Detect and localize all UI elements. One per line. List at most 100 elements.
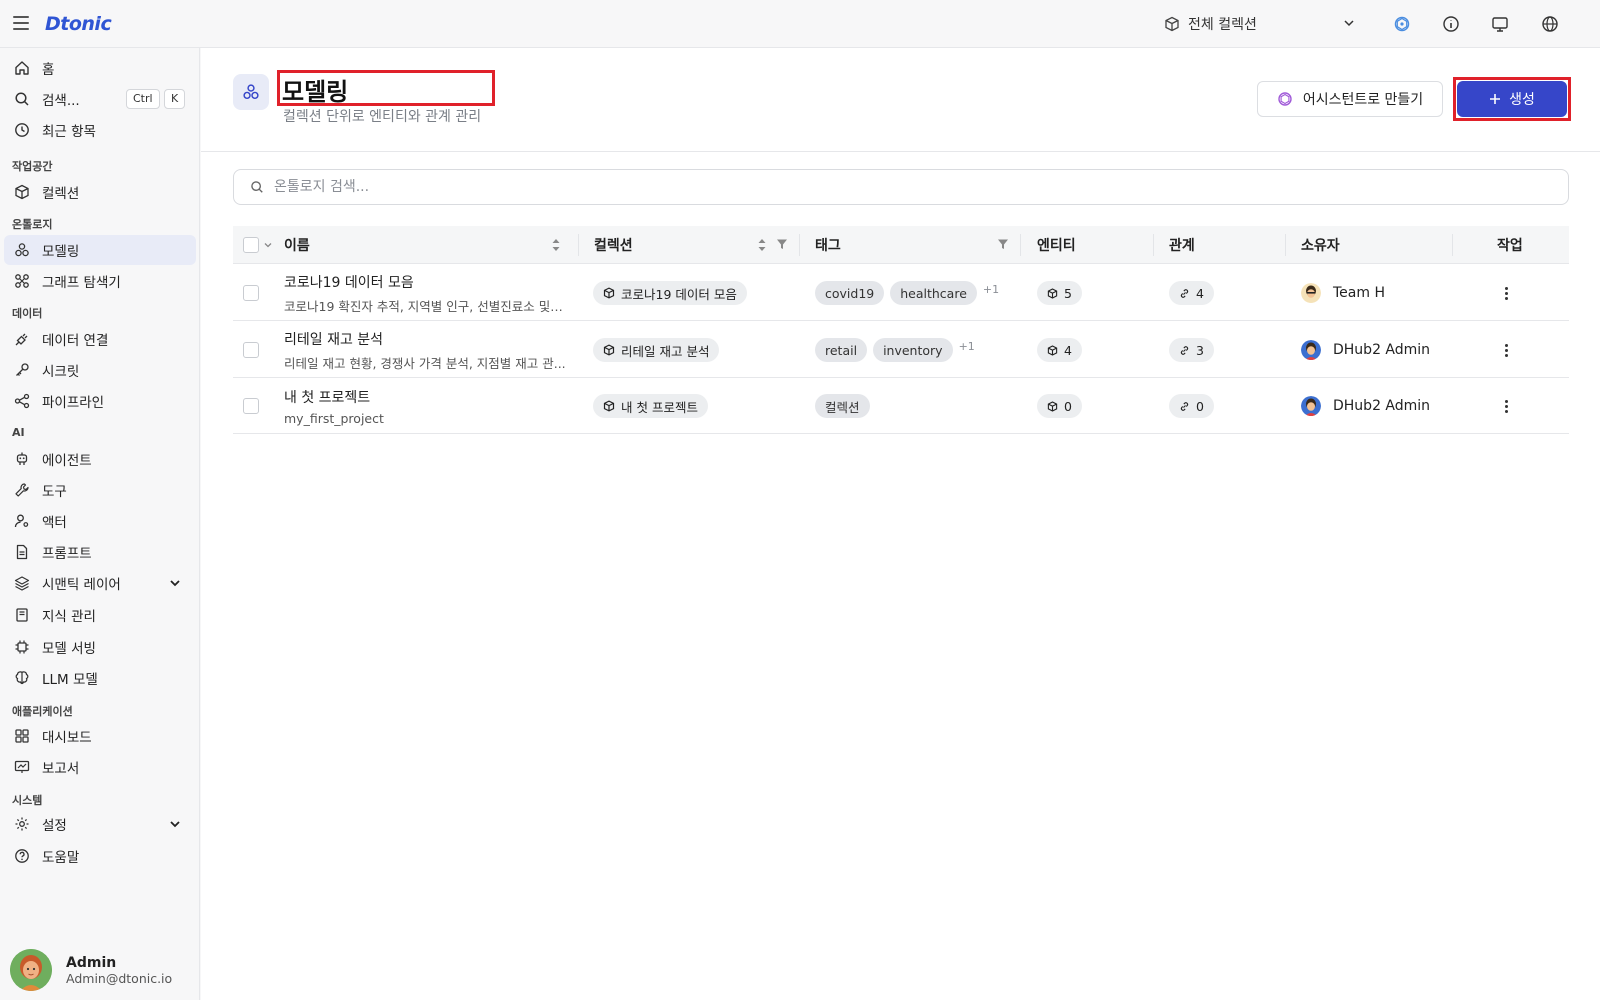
sidebar-item-knowledge[interactable]: 지식 관리 (4, 600, 196, 630)
sidebar-item-llm-models[interactable]: LLM 모델 (4, 663, 196, 693)
kbd-ctrl: Ctrl (126, 89, 160, 109)
collection-selector-label: 전체 컬렉션 (1188, 17, 1257, 33)
sidebar-item-dashboards[interactable]: 대시보드 (4, 721, 196, 751)
chevron-down-icon[interactable] (168, 576, 182, 590)
row-checkbox[interactable] (243, 398, 259, 414)
layers-icon (14, 576, 30, 591)
sidebar-item-secrets[interactable]: 시크릿 (4, 355, 196, 385)
row-description: my_first_project (284, 410, 384, 426)
row-actions-menu[interactable] (1505, 343, 1508, 357)
chevron-down-icon[interactable] (263, 240, 273, 250)
sidebar-item-reports[interactable]: 보고서 (4, 752, 196, 782)
tag-chip: healthcare (890, 281, 977, 305)
home-icon (15, 61, 29, 75)
chevron-down-icon[interactable] (168, 817, 182, 831)
table-row[interactable]: 내 첫 프로젝트 my_first_project 내 첫 프로젝트 컬렉션 0 (233, 378, 1569, 434)
cube-icon (1047, 344, 1058, 356)
create-button[interactable]: 생성 (1457, 81, 1567, 117)
column-header-relations[interactable]: 관계 (1169, 226, 1195, 264)
collection-chip[interactable]: 내 첫 프로젝트 (593, 394, 708, 418)
row-actions-menu[interactable] (1505, 399, 1508, 413)
sidebar-item-label: 도구 (42, 484, 67, 500)
sidebar-item-label: 모델링 (42, 244, 80, 260)
sort-icon[interactable] (551, 237, 561, 253)
column-header-collection[interactable]: 컬렉션 (594, 226, 633, 264)
column-header-actions: 작업 (1497, 238, 1523, 254)
collection-chip[interactable]: 코로나19 데이터 모음 (593, 281, 747, 305)
section-label-workspace: 작업공간 (12, 160, 53, 173)
document-icon (16, 544, 28, 560)
sidebar-item-model-serving[interactable]: 모델 서빙 (4, 632, 196, 662)
monitor-icon[interactable] (1490, 14, 1510, 34)
row-name[interactable]: 내 첫 프로젝트 (284, 387, 370, 407)
pipeline-icon (14, 393, 30, 409)
row-name[interactable]: 리테일 재고 분석 (284, 329, 383, 349)
info-icon[interactable] (1441, 14, 1461, 34)
table-row[interactable]: 리테일 재고 분석 리테일 재고 현황, 경쟁사 가격 분석, 지점별 재고 관… (233, 322, 1569, 378)
entity-count: 4 (1064, 342, 1072, 358)
sidebar-item-search[interactable]: 검색... Ctrl K (4, 84, 196, 114)
table-row[interactable]: 코로나19 데이터 모음 코로나19 확진자 추적, 지역별 인구, 선별진료소… (233, 265, 1569, 321)
sidebar-item-tools[interactable]: 도구 (4, 475, 196, 505)
menu-icon[interactable] (13, 16, 29, 30)
row-description: 코로나19 확진자 추적, 지역별 인구, 선별진료소 및 ... (284, 298, 566, 314)
search-input[interactable] (274, 179, 1474, 195)
filter-icon[interactable] (997, 238, 1009, 250)
tag-chip: covid19 (815, 281, 885, 305)
column-header-tags[interactable]: 태그 (815, 226, 841, 264)
sidebar-item-label: 그래프 탐색기 (42, 275, 121, 291)
app-logo[interactable]: Dtonic (45, 13, 112, 35)
avatar (1301, 340, 1321, 360)
row-checkbox[interactable] (243, 342, 259, 358)
book-icon (16, 608, 28, 622)
filter-icon[interactable] (776, 238, 788, 250)
sort-icon[interactable] (757, 237, 767, 253)
sidebar-item-modeling[interactable]: 모델링 (4, 235, 196, 265)
clock-icon (15, 123, 29, 137)
sidebar-item-label: 대시보드 (42, 730, 92, 746)
relation-count: 3 (1196, 342, 1204, 358)
row-name[interactable]: 코로나19 데이터 모음 (284, 272, 414, 292)
sidebar-item-label: 설정 (42, 818, 67, 834)
sidebar-item-home[interactable]: 홈 (4, 53, 196, 83)
sidebar-item-label: 검색... (42, 93, 80, 109)
sidebar-item-pipelines[interactable]: 파이프라인 (4, 386, 196, 416)
sidebar-item-data-connection[interactable]: 데이터 연결 (4, 324, 196, 354)
sidebar-item-settings[interactable]: 설정 (4, 809, 196, 839)
row-actions-menu[interactable] (1505, 286, 1508, 300)
select-all-checkbox[interactable] (243, 237, 259, 253)
sidebar-item-actors[interactable]: 액터 (4, 506, 196, 536)
sidebar-item-label: 최근 항목 (42, 124, 96, 140)
relation-count-badge: 4 (1169, 281, 1214, 305)
column-header-entities[interactable]: 엔티티 (1037, 226, 1076, 264)
sidebar-item-recent[interactable]: 최근 항목 (4, 115, 196, 145)
row-description: 리테일 재고 현황, 경쟁사 가격 분석, 지점별 재고 관... (284, 355, 566, 371)
create-with-assistant-button[interactable]: 어시스턴트로 만들기 (1257, 81, 1443, 117)
collection-selector[interactable]: 전체 컬렉션 (1164, 12, 1364, 36)
entity-count: 5 (1064, 285, 1072, 301)
column-header-name[interactable]: 이름 (284, 226, 310, 264)
globe-icon[interactable] (1540, 14, 1560, 34)
page-subtitle: 컬렉션 단위로 엔티티와 관계 관리 (283, 109, 482, 125)
sidebar-item-label: 프롬프트 (42, 546, 92, 562)
plus-icon (1490, 94, 1501, 104)
tag-chip: 컬렉션 (815, 394, 870, 418)
wrench-icon (15, 483, 29, 497)
sidebar-item-collections[interactable]: 컬렉션 (4, 177, 196, 207)
column-header-owner[interactable]: 소유자 (1301, 226, 1340, 264)
sidebar-item-help[interactable]: 도움말 (4, 841, 196, 871)
row-checkbox[interactable] (243, 285, 259, 301)
sidebar-item-graph-explorer[interactable]: 그래프 탐색기 (4, 266, 196, 296)
sparkle-icon (1278, 92, 1292, 106)
sidebar-item-label: 보고서 (42, 761, 80, 777)
sidebar-item-prompts[interactable]: 프롬프트 (4, 537, 196, 567)
collection-chip[interactable]: 리테일 재고 분석 (593, 338, 720, 362)
sidebar-item-semantic-layer[interactable]: 시맨틱 레이어 (4, 568, 196, 598)
select-all[interactable] (243, 226, 273, 264)
tags-more-count[interactable]: +1 (983, 283, 999, 296)
sidebar-item-agents[interactable]: 에이전트 (4, 444, 196, 474)
user-profile[interactable]: Admin Admin@dtonic.io (10, 948, 190, 992)
section-label-ai: AI (12, 426, 25, 439)
tags-more-count[interactable]: +1 (959, 340, 975, 353)
assistant-icon[interactable] (1392, 14, 1412, 34)
